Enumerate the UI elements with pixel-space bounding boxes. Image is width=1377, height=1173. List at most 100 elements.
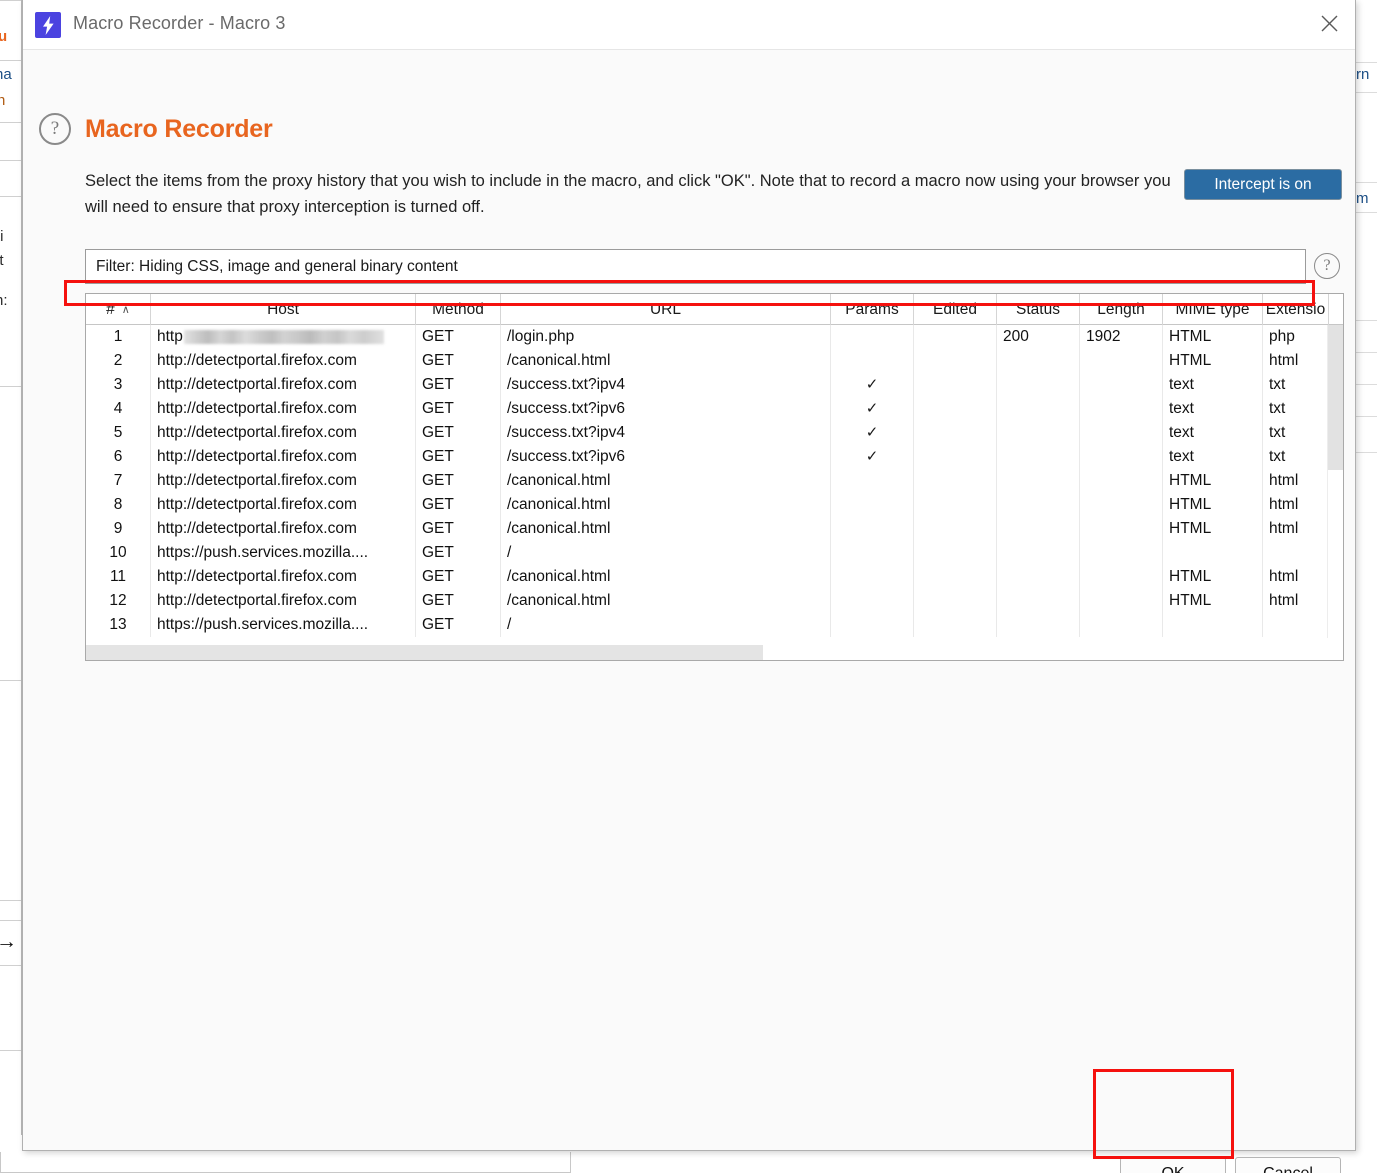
- intercept-toggle-button[interactable]: Intercept is on: [1184, 169, 1342, 200]
- column-header-label: Params: [845, 300, 899, 318]
- table-cell-edited: [914, 493, 997, 517]
- table-row[interactable]: 4 http://detectportal.firefox.com GET/succ…: [86, 397, 1343, 421]
- table-cell-num: 7: [86, 469, 151, 493]
- table-cell-status: [997, 541, 1080, 565]
- table-cell-host: http://detectportal.firefox.com: [151, 349, 416, 373]
- table-cell-host: http://detectportal.firefox.com: [151, 373, 416, 397]
- table-row[interactable]: 6 http://detectportal.firefox.com GET/succ…: [86, 445, 1343, 469]
- table-cell-edited: [914, 445, 997, 469]
- table-row[interactable]: 12 http://detectportal.firefox.com GET/can…: [86, 589, 1343, 613]
- background-fragment: u: [0, 28, 7, 45]
- table-cell-url: /canonical.html: [501, 469, 831, 493]
- table-vertical-scrollbar[interactable]: [1327, 325, 1343, 638]
- column-header-label: Method: [432, 300, 484, 318]
- table-cell-mime: text: [1163, 421, 1263, 445]
- table-cell-edited: [914, 373, 997, 397]
- table-cell-method: GET: [416, 397, 501, 421]
- table-cell-method: GET: [416, 493, 501, 517]
- table-cell-status: [997, 589, 1080, 613]
- table-cell-length: [1080, 373, 1163, 397]
- proxy-history-table: # ∧ Host Method URL Params Edited Status Length M…: [85, 293, 1344, 661]
- vertical-scroll-thumb[interactable]: [1328, 325, 1343, 470]
- table-row[interactable]: 8 http://detectportal.firefox.com GET/cano…: [86, 493, 1343, 517]
- table-row[interactable]: 5 http://detectportal.firefox.com GET/succ…: [86, 421, 1343, 445]
- column-header-label: MIME type: [1175, 300, 1250, 318]
- help-question-icon[interactable]: ?: [39, 113, 71, 145]
- dialog-body: ? Macro Recorder Select the items from t…: [23, 50, 1355, 1173]
- column-header-label: #: [106, 300, 115, 318]
- table-cell-ext: txt: [1263, 373, 1329, 397]
- table-cell-num: 3: [86, 373, 151, 397]
- filter-help-icon[interactable]: ?: [1314, 253, 1340, 279]
- table-row[interactable]: 3 http://detectportal.firefox.com GET/succ…: [86, 373, 1343, 397]
- background-fragment: it: [0, 252, 4, 269]
- table-cell-mime: HTML: [1163, 325, 1263, 349]
- table-cell-ext: txt: [1263, 397, 1329, 421]
- cancel-button[interactable]: Cancel: [1235, 1157, 1341, 1173]
- background-fragment: ha: [0, 66, 12, 83]
- table-horizontal-scrollbar[interactable]: [86, 645, 1329, 660]
- column-header-url[interactable]: URL: [501, 294, 831, 325]
- checkmark-icon: ✓: [865, 376, 879, 393]
- column-header-status[interactable]: Status: [997, 294, 1080, 325]
- table-cell-edited: [914, 541, 997, 565]
- table-cell-edited: [914, 469, 997, 493]
- table-row[interactable]: 10 https://push.services.mozilla.... GET /: [86, 541, 1343, 565]
- table-cell-params: ✓: [831, 397, 914, 421]
- table-row[interactable]: 9 http://detectportal.firefox.com GET/cano…: [86, 517, 1343, 541]
- dialog-description: Select the items from the proxy history …: [85, 172, 1171, 216]
- table-cell-url: /login.php: [501, 325, 831, 349]
- column-header-[interactable]: # ∧: [86, 294, 151, 325]
- table-cell-url: /: [501, 613, 831, 637]
- table-cell-method: GET: [416, 541, 501, 565]
- column-header-label: Extensio: [1265, 300, 1326, 318]
- filter-bar[interactable]: Filter: Hiding CSS, image and general bi…: [85, 249, 1306, 284]
- table-cell-params: [831, 565, 914, 589]
- horizontal-scroll-thumb[interactable]: [86, 645, 763, 660]
- ok-button[interactable]: OK: [1120, 1157, 1226, 1173]
- table-cell-ext: html: [1263, 493, 1329, 517]
- table-cell-method: GET: [416, 613, 501, 637]
- table-cell-url: /success.txt?ipv6: [501, 397, 831, 421]
- table-cell-ext: html: [1263, 565, 1329, 589]
- table-cell-num: 12: [86, 589, 151, 613]
- table-cell-params: ✓: [831, 421, 914, 445]
- table-header-row: # ∧ Host Method URL Params Edited Status Length M…: [86, 294, 1343, 325]
- checkmark-icon: ✓: [865, 448, 879, 465]
- page-title: Macro Recorder: [85, 115, 273, 143]
- table-cell-mime: [1163, 613, 1263, 637]
- table-cell-num: 5: [86, 421, 151, 445]
- background-fragment: n:: [0, 292, 8, 309]
- table-cell-length: [1080, 517, 1163, 541]
- table-body: 1 http GET/login.php 200 1902 HTML php 2 http://…: [86, 325, 1343, 638]
- table-row[interactable]: 1 http GET/login.php 200 1902 HTML php: [86, 325, 1343, 349]
- background-bottom-cell: [570, 1152, 642, 1173]
- table-row[interactable]: 11 http://detectportal.firefox.com GET/can…: [86, 565, 1343, 589]
- redacted-host-block: [183, 329, 384, 344]
- table-cell-host: https://push.services.mozilla....: [151, 613, 416, 637]
- column-header-method[interactable]: Method: [416, 294, 501, 325]
- background-fragment: m: [1356, 190, 1369, 207]
- table-cell-edited: [914, 613, 997, 637]
- column-header-length[interactable]: Length: [1080, 294, 1163, 325]
- table-cell-method: GET: [416, 517, 501, 541]
- table-cell-length: [1080, 421, 1163, 445]
- column-header-label: Length: [1097, 300, 1145, 318]
- table-cell-method: GET: [416, 421, 501, 445]
- table-cell-params: [831, 541, 914, 565]
- close-icon[interactable]: [1303, 0, 1355, 46]
- column-header-label: Status: [1016, 300, 1060, 318]
- table-row[interactable]: 2 http://detectportal.firefox.com GET/cano…: [86, 349, 1343, 373]
- column-header-extensio[interactable]: Extensio: [1263, 294, 1329, 325]
- table-row[interactable]: 7 http://detectportal.firefox.com GET/cano…: [86, 469, 1343, 493]
- column-header-host[interactable]: Host: [151, 294, 416, 325]
- table-row[interactable]: 13 https://push.services.mozilla.... GET /: [86, 613, 1343, 637]
- table-cell-num: 10: [86, 541, 151, 565]
- table-cell-mime: [1163, 541, 1263, 565]
- table-cell-status: [997, 397, 1080, 421]
- column-header-edited[interactable]: Edited: [914, 294, 997, 325]
- column-header-params[interactable]: Params: [831, 294, 914, 325]
- table-cell-url: /canonical.html: [501, 565, 831, 589]
- table-cell-host: https://push.services.mozilla....: [151, 541, 416, 565]
- column-header-mime-type[interactable]: MIME type: [1163, 294, 1263, 325]
